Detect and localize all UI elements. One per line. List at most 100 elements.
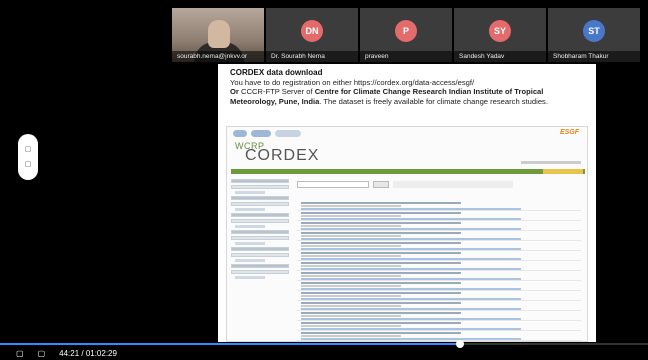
site-result-row: [297, 291, 581, 301]
site-result-line: [301, 282, 461, 284]
participant-tile[interactable]: sourabh.nema@jnkvv.or: [172, 8, 264, 62]
site-result-line: [301, 338, 521, 340]
site-result-line: [301, 215, 401, 217]
site-facet-row: [235, 191, 265, 194]
participant-name: Shobharam Thakur: [548, 51, 640, 62]
site-search-facets: [231, 179, 289, 281]
site-result-line: [301, 228, 521, 230]
site-result-line: [301, 312, 461, 314]
site-facet-row: [231, 247, 289, 251]
site-result-row: [297, 201, 581, 211]
site-result-line: [301, 268, 521, 270]
site-result-line: [301, 212, 461, 214]
site-facet-row: [231, 230, 289, 234]
site-result-line: [301, 265, 401, 267]
site-result-row: [297, 331, 581, 341]
site-result-row: [297, 281, 581, 291]
site-result-line: [301, 292, 461, 294]
site-facet-row: [235, 276, 265, 279]
site-result-line: [301, 315, 401, 317]
esgf-logo: ESGF: [559, 129, 579, 136]
participant-video-face: [208, 20, 230, 48]
site-result-row: [297, 231, 581, 241]
participant-avatar: ST: [583, 20, 605, 42]
player-controls: ▢ ▢ 44:21 / 01:02:29: [16, 349, 117, 358]
site-search-input: [297, 181, 369, 188]
site-search-options: [393, 181, 513, 188]
participant-name: Dr. Sourabh Nema: [266, 51, 358, 62]
site-result-line: [301, 278, 521, 280]
site-result-line: [301, 322, 461, 324]
cordex-logo: CORDEX: [245, 147, 320, 164]
site-header-links: [521, 161, 581, 164]
site-facet-row: [235, 208, 265, 211]
play-pause-icon[interactable]: ▢: [16, 349, 24, 358]
slide-line-2: Or CCCR-FTP Server of Centre for Climate…: [230, 87, 590, 106]
slide-line-2-mid: CCCR-FTP Server of: [238, 87, 315, 97]
site-result-line: [301, 202, 461, 204]
site-result-line: [301, 242, 461, 244]
participant-avatar: DN: [301, 20, 323, 42]
site-facet-row: [231, 264, 289, 268]
site-result-line: [301, 245, 401, 247]
slide-text: CORDEX data download You have to do regi…: [230, 68, 590, 106]
site-result-row: [297, 321, 581, 331]
site-result-line: [301, 298, 521, 300]
site-result-line: [301, 218, 521, 220]
site-facet-row: [231, 185, 289, 189]
site-result-row: [297, 251, 581, 261]
site-facet-row: [231, 179, 289, 183]
site-result-line: [301, 255, 401, 257]
site-facet-row: [231, 236, 289, 240]
site-result-row: [297, 221, 581, 231]
participant-strip: sourabh.nema@jnkvv.or DN Dr. Sourabh Nema P…: [172, 8, 642, 62]
volume-icon[interactable]: ▢: [38, 349, 46, 358]
participant-tile[interactable]: DN Dr. Sourabh Nema: [266, 8, 358, 62]
square-icon: ▢: [24, 146, 32, 153]
site-facet-row: [231, 270, 289, 274]
site-result-line: [301, 222, 461, 224]
site-facet-row: [231, 213, 289, 217]
site-result-line: [301, 272, 461, 274]
participant-tile[interactable]: SY Sandesh Yadav: [454, 8, 546, 62]
playback-timecode: 44:21 / 01:02:29: [59, 349, 117, 358]
site-result-line: [301, 332, 461, 334]
slide-line-2-prefix: Or: [230, 87, 239, 97]
side-panel-toggle[interactable]: ▢ ▢: [18, 134, 38, 180]
site-result-row: [297, 271, 581, 281]
participant-name: sourabh.nema@jnkvv.or: [172, 51, 264, 62]
participant-avatar: SY: [489, 20, 511, 42]
meeting-recording-view: sourabh.nema@jnkvv.or DN Dr. Sourabh Nema P…: [0, 0, 648, 360]
partner-logo: [251, 129, 271, 137]
site-result-line: [301, 232, 461, 234]
site-result-line: [301, 205, 401, 207]
site-result-line: [301, 305, 401, 307]
slide-line-2-suffix: . The dataset is freely available for cl…: [319, 96, 548, 106]
participant-tile[interactable]: ST Shobharam Thakur: [548, 8, 640, 62]
site-result-line: [301, 252, 461, 254]
site-result-line: [301, 325, 401, 327]
site-search-button: [373, 181, 389, 188]
site-result-line: [301, 328, 521, 330]
partner-logo: [233, 129, 247, 137]
site-result-row: [297, 211, 581, 221]
site-result-line: [301, 295, 401, 297]
site-facet-row: [235, 259, 265, 262]
site-nav-highlight: [543, 169, 583, 174]
site-result-line: [301, 262, 461, 264]
site-result-row: [297, 311, 581, 321]
playback-progress-bar[interactable]: [0, 340, 648, 348]
site-result-row: [297, 261, 581, 271]
square-icon: ▢: [24, 161, 32, 168]
site-result-row: [297, 241, 581, 251]
participant-avatar: P: [395, 20, 417, 42]
participant-tile[interactable]: Ppraveen: [360, 8, 452, 62]
site-partner-logos: [227, 127, 587, 139]
site-result-row: [297, 301, 581, 311]
site-facet-row: [231, 253, 289, 257]
site-result-line: [301, 208, 521, 210]
site-result-line: [301, 302, 461, 304]
site-result-line: [301, 288, 521, 290]
partner-logo: [275, 129, 301, 137]
site-result-line: [301, 318, 521, 320]
